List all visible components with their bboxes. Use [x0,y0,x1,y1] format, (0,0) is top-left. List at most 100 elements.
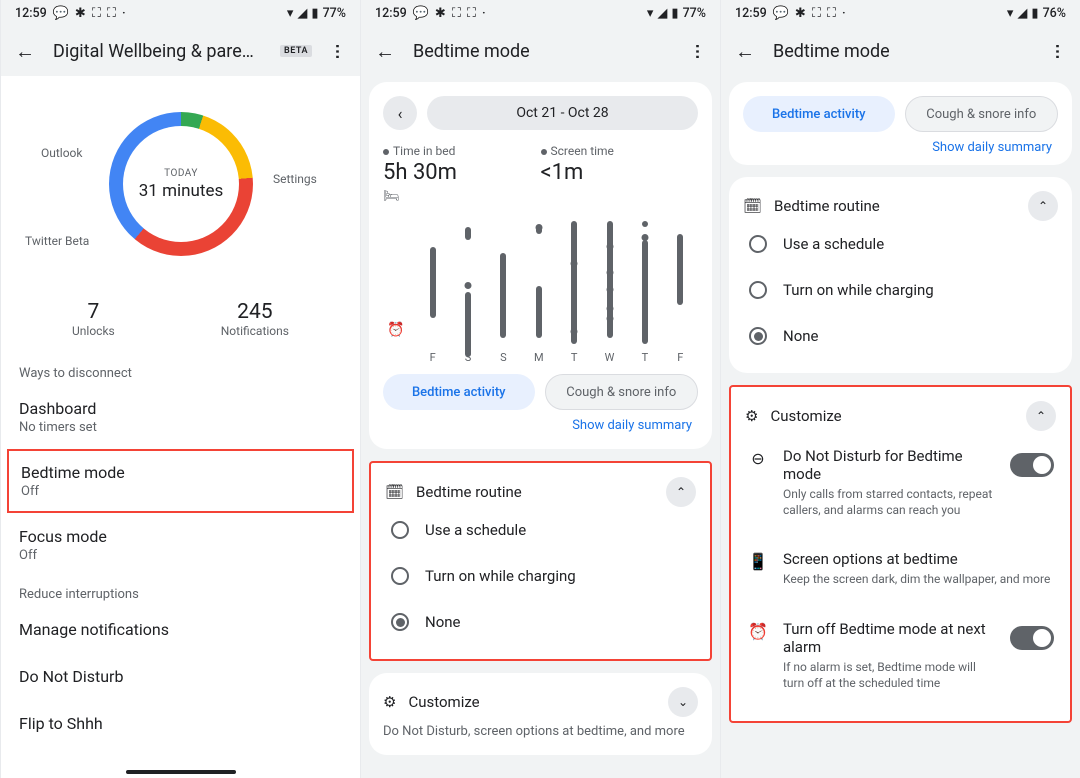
battery-pct: 76% [1043,6,1066,21]
donut-label-outlook: Outlook [41,146,82,160]
customize-card: ⚙ Customize ⌃ ⊖ Do Not Disturb for Bedti… [729,385,1072,723]
calendar-icon: 🗓 [743,197,762,215]
prev-week-button[interactable]: ‹ [383,96,417,130]
wifi-icon: ▾ [287,7,294,20]
activity-card-partial: Bedtime activity Cough & snore info Show… [729,82,1072,165]
screen-time-value: <1m [541,160,584,185]
signal-icon: ◢ [657,7,667,20]
app-icon: ⛶ [812,7,821,20]
app-icon: ⛶ [92,7,101,20]
radio-while-charging[interactable]: Turn on while charging [743,267,1058,313]
row-dashboard[interactable]: Dashboard No timers set [1,385,360,449]
calendar-icon: 🗓 [385,483,404,501]
radio-while-charging[interactable]: Turn on while charging [385,553,696,599]
overflow-icon[interactable]: ⋯ [329,43,348,59]
back-icon[interactable]: ← [735,39,755,64]
nav-pill[interactable] [126,770,236,774]
stat-notifications[interactable]: 245 Notifications [221,300,289,338]
back-icon[interactable]: ← [375,39,395,64]
status-time: 12:59 [735,6,767,21]
radio-none[interactable]: None [385,599,696,645]
status-bar: 12:59 💬 ✱ ⛶ ⛶ · ▾ ◢ ▮ 76% [721,0,1080,26]
app-bar: ← Digital Wellbeing & pare… BETA ⋯ [1,26,360,76]
routine-title: Bedtime routine [416,483,522,501]
chevron-up-icon[interactable]: ⌃ [666,477,696,507]
page-title: Bedtime mode [773,41,1032,62]
row-bedtime-mode[interactable]: Bedtime mode Off [7,449,354,513]
donut-label-twitter: Twitter Beta [25,234,89,248]
chevron-down-icon[interactable]: ⌄ [668,687,698,717]
time-in-bed-value: 5h 30m [383,160,457,185]
chevron-up-icon[interactable]: ⌃ [1026,401,1056,431]
battery-pct: 77% [323,6,346,21]
radio-icon [391,613,409,631]
back-icon[interactable]: ← [15,39,35,64]
tab-cough-snore[interactable]: Cough & snore info [905,96,1059,132]
bed-icon: 🛏 [383,189,400,204]
status-bar: 12:59 💬 ✱ ⛶ ⛶ · ▾ ◢ ▮ 77% [1,0,360,26]
status-time: 12:59 [15,6,47,21]
page-title: Bedtime mode [413,41,672,62]
app-bar: ← Bedtime mode ⋯ [361,26,720,76]
chevron-up-icon[interactable]: ⌃ [1028,191,1058,221]
row-screen-options[interactable]: 📱 Screen options at bedtime Keep the scr… [745,534,1056,603]
radio-use-schedule[interactable]: Use a schedule [743,221,1058,267]
app-bar: ← Bedtime mode ⋯ [721,26,1080,76]
row-flip-to-shhh[interactable]: Flip to Shhh [1,700,360,747]
overflow-icon[interactable]: ⋯ [689,43,708,59]
tab-bedtime-activity[interactable]: Bedtime activity [743,96,895,132]
toggle-next-alarm[interactable] [1010,626,1054,650]
bedtime-routine-card: 🗓 Bedtime routine ⌃ Use a schedule Turn … [729,177,1072,373]
usage-donut[interactable]: TODAY 31 minutes Outlook Settings Twitte… [1,94,360,284]
row-focus-mode[interactable]: Focus mode Off [1,513,360,577]
show-daily-summary[interactable]: Show daily summary [743,132,1058,157]
status-time: 12:59 [375,6,407,21]
radio-icon [391,521,409,539]
customize-title: Customize [770,407,841,425]
more-icon: · [842,7,846,20]
date-range[interactable]: Oct 21 - Oct 28 [427,96,698,130]
alarm-icon: ⏰ [387,322,404,338]
bedtime-routine-card: 🗓 Bedtime routine ⌃ Use a schedule Turn … [369,461,712,661]
radio-use-schedule[interactable]: Use a schedule [385,507,696,553]
app-icon: ⛶ [107,7,116,20]
tab-cough-snore[interactable]: Cough & snore info [545,374,699,410]
show-daily-summary[interactable]: Show daily summary [383,410,698,435]
messenger-icon: 💬 [413,7,429,20]
signal-icon: ◢ [297,7,307,20]
wifi-icon: ▾ [1007,7,1014,20]
time-in-bed-dot [383,149,389,155]
screenshot-bedtime-mode-2: 12:59 💬 ✱ ⛶ ⛶ · ▾ ◢ ▮ 76% ← Bedtime mode… [720,0,1080,778]
beta-badge: BETA [280,45,312,57]
section-ways: Ways to disconnect [1,356,360,385]
customize-title: Customize [408,693,479,711]
radio-icon [391,567,409,585]
row-turn-off-next-alarm[interactable]: ⏰ Turn off Bedtime mode at next alarm If… [745,604,1056,707]
routine-title: Bedtime routine [774,197,880,215]
battery-icon: ▮ [1031,7,1038,20]
app-icon: ⛶ [827,7,836,20]
customize-card[interactable]: ⚙ Customize ⌄ Do Not Disturb, screen opt… [369,673,712,755]
radio-none[interactable]: None [743,313,1058,359]
tab-bedtime-activity[interactable]: Bedtime activity [383,374,535,410]
radio-icon [749,281,767,299]
stat-unlocks[interactable]: 7 Unlocks [72,300,115,338]
messenger-icon: 💬 [773,7,789,20]
gear-icon: ⚙ [383,693,396,711]
overflow-icon[interactable]: ⋯ [1049,43,1068,59]
screenshot-bedtime-mode-1: 12:59 💬 ✱ ⛶ ⛶ · ▾ ◢ ▮ 77% ← Bedtime mode… [360,0,720,778]
radio-icon [749,235,767,253]
toggle-dnd[interactable] [1010,453,1054,477]
donut-today: TODAY [164,168,198,179]
battery-icon: ▮ [311,7,318,20]
alarm-icon: ⏰ [747,620,769,641]
signal-icon: ◢ [1017,7,1027,20]
row-manage-notifications[interactable]: Manage notifications [1,606,360,653]
donut-minutes: 31 minutes [139,181,223,201]
row-dnd[interactable]: Do Not Disturb [1,653,360,700]
row-dnd-bedtime[interactable]: ⊖ Do Not Disturb for Bedtime mode Only c… [745,431,1056,534]
gear-icon: ⚙ [745,407,758,425]
more-icon: · [482,7,486,20]
dnd-icon: ⊖ [747,447,769,468]
battery-icon: ▮ [671,7,678,20]
